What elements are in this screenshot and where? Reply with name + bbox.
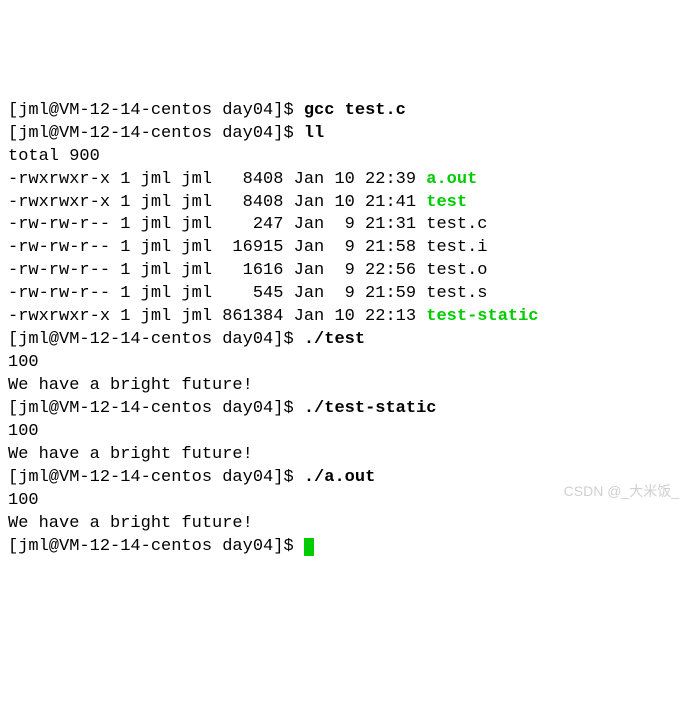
file-name: test.c — [426, 215, 487, 234]
file-row: -rwxrwxr-x 1 jml jml 8408 Jan 10 21:41 t… — [8, 193, 467, 212]
file-perms: -rw-rw-r-- 1 jml jml 247 Jan 9 21:31 — [8, 215, 426, 234]
file-row: -rw-rw-r-- 1 jml jml 247 Jan 9 21:31 tes… — [8, 215, 488, 234]
file-perms: -rwxrwxr-x 1 jml jml 8408 Jan 10 22:39 — [8, 170, 426, 189]
command-ll: ll — [304, 124, 324, 143]
command-run-test: ./test — [304, 330, 365, 349]
output-line: 100 — [8, 491, 39, 510]
file-row: -rwxrwxr-x 1 jml jml 8408 Jan 10 22:39 a… — [8, 170, 477, 189]
command-run-aout: ./a.out — [304, 468, 375, 487]
command-gcc: gcc test.c — [304, 101, 406, 120]
prompt: [jml@VM-12-14-centos day04]$ — [8, 399, 304, 418]
cursor-block[interactable] — [304, 538, 314, 556]
file-perms: -rw-rw-r-- 1 jml jml 545 Jan 9 21:59 — [8, 284, 426, 303]
prompt: [jml@VM-12-14-centos day04]$ — [8, 330, 304, 349]
file-row: -rwxrwxr-x 1 jml jml 861384 Jan 10 22:13… — [8, 307, 539, 326]
file-perms: -rw-rw-r-- 1 jml jml 16915 Jan 9 21:58 — [8, 238, 426, 257]
output-line: We have a bright future! — [8, 445, 253, 464]
output-line: We have a bright future! — [8, 376, 253, 395]
file-perms: -rwxrwxr-x 1 jml jml 861384 Jan 10 22:13 — [8, 307, 426, 326]
prompt: [jml@VM-12-14-centos day04]$ — [8, 101, 304, 120]
file-perms: -rw-rw-r-- 1 jml jml 1616 Jan 9 22:56 — [8, 261, 426, 280]
output-line: We have a bright future! — [8, 514, 253, 533]
total-line: total 900 — [8, 147, 100, 166]
file-name-exec: test-static — [426, 307, 538, 326]
file-name: test.s — [426, 284, 487, 303]
command-run-test-static: ./test-static — [304, 399, 437, 418]
file-row: -rw-rw-r-- 1 jml jml 545 Jan 9 21:59 tes… — [8, 284, 488, 303]
file-row: -rw-rw-r-- 1 jml jml 1616 Jan 9 22:56 te… — [8, 261, 488, 280]
file-row: -rw-rw-r-- 1 jml jml 16915 Jan 9 21:58 t… — [8, 238, 488, 257]
prompt: [jml@VM-12-14-centos day04]$ — [8, 537, 304, 556]
file-name-exec: a.out — [426, 170, 477, 189]
file-perms: -rwxrwxr-x 1 jml jml 8408 Jan 10 21:41 — [8, 193, 426, 212]
file-name: test.i — [426, 238, 487, 257]
output-line: 100 — [8, 422, 39, 441]
file-name-exec: test — [426, 193, 467, 212]
file-name: test.o — [426, 261, 487, 280]
output-line: 100 — [8, 353, 39, 372]
prompt: [jml@VM-12-14-centos day04]$ — [8, 124, 304, 143]
watermark: CSDN @_大米饭_ — [564, 482, 679, 501]
prompt: [jml@VM-12-14-centos day04]$ — [8, 468, 304, 487]
